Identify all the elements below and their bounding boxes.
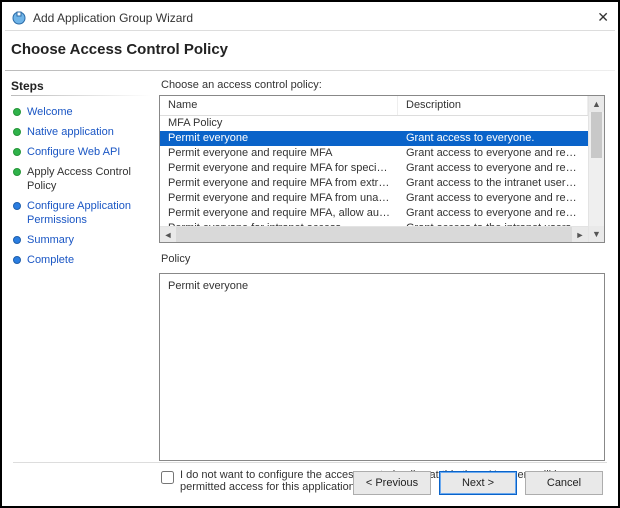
steps-heading: Steps — [11, 79, 151, 93]
window-title: Add Application Group Wizard — [33, 11, 569, 25]
footer-divider — [13, 462, 607, 463]
step-bullet-icon — [13, 128, 21, 136]
choose-policy-label: Choose an access control policy: — [161, 79, 605, 91]
scroll-down-button[interactable]: ▼ — [589, 226, 604, 242]
policy-preview-text: Permit everyone — [168, 280, 248, 292]
policy-description-cell: Grant access to everyone. — [398, 131, 588, 146]
step-label: Complete — [27, 253, 74, 267]
policy-name-cell: Permit everyone and require MFA from ext… — [160, 176, 398, 191]
scroll-right-button[interactable]: ► — [572, 227, 588, 243]
policy-row[interactable]: Permit everyone and require MFA from ext… — [160, 176, 588, 191]
step-bullet-icon — [13, 168, 21, 176]
policy-row[interactable]: Permit everyoneGrant access to everyone. — [160, 131, 588, 146]
policy-row[interactable]: Permit everyone and require MFAGrant acc… — [160, 146, 588, 161]
step-item[interactable]: Native application — [11, 122, 151, 142]
policy-name-cell: Permit everyone and require MFA for spec… — [160, 161, 398, 176]
policy-description-cell: Grant access to everyone and require MFA… — [398, 161, 588, 176]
policy-description-cell — [398, 116, 588, 131]
policy-preview: Permit everyone — [159, 273, 605, 461]
policy-name-cell: Permit everyone and require MFA from una… — [160, 191, 398, 206]
column-header-name[interactable]: Name — [160, 96, 398, 115]
policy-list[interactable]: Name Description MFA PolicyPermit everyo… — [159, 95, 605, 243]
step-item[interactable]: Apply Access Control Policy — [11, 162, 151, 196]
step-bullet-icon — [13, 236, 21, 244]
policy-description-cell: Grant access to everyone and require MFA… — [398, 146, 588, 161]
step-label: Native application — [27, 125, 114, 139]
step-label: Welcome — [27, 105, 73, 119]
policy-description-cell: Grant access to the intranet users and r… — [398, 176, 588, 191]
app-icon — [11, 10, 27, 26]
h-scroll-track[interactable] — [176, 227, 572, 243]
step-bullet-icon — [13, 108, 21, 116]
steps-underline — [11, 95, 151, 96]
policy-name-cell: MFA Policy — [160, 116, 398, 131]
scroll-up-button[interactable]: ▲ — [589, 96, 604, 112]
vertical-scrollbar[interactable]: ▲ ▼ — [588, 96, 604, 242]
step-bullet-icon — [13, 202, 21, 210]
optout-checkbox[interactable] — [161, 471, 174, 484]
steps-sidebar: Steps Welcome Native application Configure… — [5, 71, 155, 501]
step-item[interactable]: Configure Web API — [11, 142, 151, 162]
next-button[interactable]: Next > — [439, 471, 517, 495]
cancel-button[interactable]: Cancel — [525, 471, 603, 495]
policy-label: Policy — [161, 253, 605, 265]
policy-row[interactable]: MFA Policy — [160, 116, 588, 131]
wizard-window: Add Application Group Wizard ✕ Choose Ac… — [0, 0, 620, 508]
policy-row[interactable]: Permit everyone and require MFA from una… — [160, 191, 588, 206]
horizontal-scrollbar[interactable]: ◄ ► — [160, 226, 588, 242]
previous-button[interactable]: < Previous — [353, 471, 431, 495]
step-item[interactable]: Summary — [11, 230, 151, 250]
step-label: Configure Web API — [27, 145, 120, 159]
step-label: Apply Access Control Policy — [27, 165, 149, 193]
v-scroll-thumb[interactable] — [591, 112, 602, 158]
titlebar: Add Application Group Wizard ✕ — [5, 5, 615, 31]
policy-name-cell: Permit everyone and require MFA, allow a… — [160, 206, 398, 221]
policy-description-cell: Grant access to everyone and require MFA… — [398, 206, 588, 221]
step-label: Summary — [27, 233, 74, 247]
step-item[interactable]: Configure Application Permissions — [11, 196, 151, 230]
step-bullet-icon — [13, 148, 21, 156]
policy-description-cell: Grant access to everyone and require MFA… — [398, 191, 588, 206]
wizard-footer: < Previous Next > Cancel — [353, 471, 603, 495]
policy-row[interactable]: Permit everyone and require MFA for spec… — [160, 161, 588, 176]
v-scroll-track[interactable] — [589, 112, 604, 226]
page-title: Choose Access Control Policy — [11, 41, 609, 58]
scroll-left-button[interactable]: ◄ — [160, 227, 176, 243]
step-label: Configure Application Permissions — [27, 199, 149, 227]
step-item[interactable]: Welcome — [11, 102, 151, 122]
wizard-header: Choose Access Control Policy — [5, 31, 615, 70]
step-bullet-icon — [13, 256, 21, 264]
column-header-description[interactable]: Description — [398, 96, 588, 115]
main-panel: Choose an access control policy: Name De… — [155, 71, 615, 501]
policy-name-cell: Permit everyone — [160, 131, 398, 146]
policy-list-headers[interactable]: Name Description — [160, 96, 588, 116]
close-button[interactable]: ✕ — [569, 9, 609, 26]
policy-row[interactable]: Permit everyone and require MFA, allow a… — [160, 206, 588, 221]
policy-name-cell: Permit everyone and require MFA — [160, 146, 398, 161]
step-item[interactable]: Complete — [11, 250, 151, 270]
